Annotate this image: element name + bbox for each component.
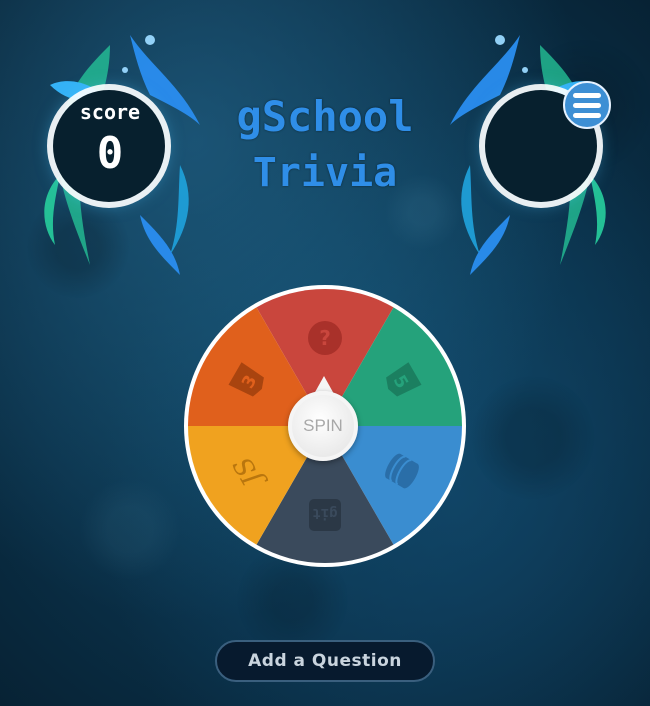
game-title-line2: Trivia [252, 150, 398, 196]
add-question-button[interactable]: Add a Question [215, 640, 435, 682]
game-title-line1: gSchool [236, 92, 414, 141]
hamburger-menu-icon[interactable] [563, 81, 611, 129]
spin-button[interactable]: SPIN [288, 391, 358, 461]
score-label: score [79, 100, 141, 124]
git-icon: git [309, 499, 341, 531]
menu-bar [573, 92, 601, 98]
question-mark-icon: ? [308, 321, 342, 355]
svg-text:git: git [312, 505, 337, 521]
menu-bar [573, 102, 601, 108]
svg-text:?: ? [319, 326, 331, 350]
score-value: 0 [96, 128, 124, 179]
menu-bar [573, 112, 601, 118]
